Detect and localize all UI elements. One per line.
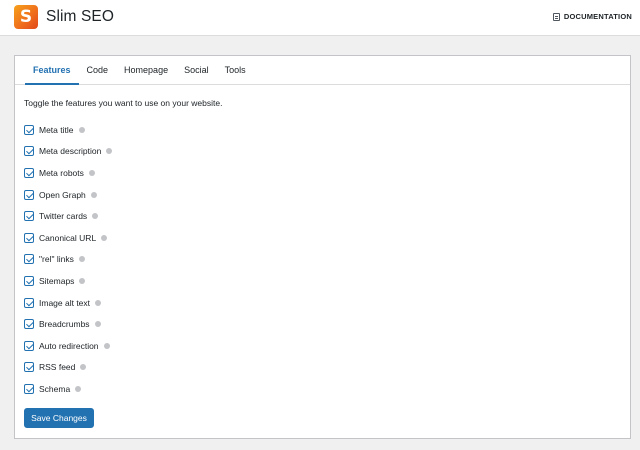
intro-text: Toggle the features you want to use on y…: [24, 98, 223, 108]
checkbox[interactable]: [24, 211, 34, 222]
help-icon[interactable]: [92, 213, 99, 220]
checkbox[interactable]: [24, 254, 34, 265]
feature-list: Meta title Meta description Meta robots …: [24, 119, 113, 400]
checkbox[interactable]: [24, 124, 34, 135]
feature-label[interactable]: Meta robots: [39, 168, 84, 178]
checkbox[interactable]: [24, 146, 34, 157]
feature-schema: Schema: [24, 378, 112, 400]
checkbox[interactable]: [24, 232, 34, 243]
feature-meta-robots: Meta robots: [24, 162, 112, 184]
slim-seo-logo: S: [14, 5, 38, 29]
checkbox[interactable]: [24, 383, 34, 394]
feature-sitemaps: Sitemaps: [24, 270, 112, 292]
feature-label[interactable]: Auto redirection: [39, 341, 99, 351]
feature-label[interactable]: Meta title: [39, 125, 74, 135]
checkbox[interactable]: [24, 167, 34, 178]
feature-twitter-cards: Twitter cards: [24, 205, 112, 227]
feature-canonical-url: Canonical URL: [24, 227, 112, 249]
feature-meta-description: Meta description: [24, 141, 113, 163]
documentation-link[interactable]: DOCUMENTATION: [552, 12, 632, 21]
feature-rss-feed: RSS feed: [24, 357, 112, 379]
tab-homepage[interactable]: Homepage: [116, 56, 176, 84]
help-icon[interactable]: [94, 321, 101, 328]
feature-label[interactable]: Breadcrumbs: [39, 319, 90, 329]
help-icon[interactable]: [78, 256, 85, 263]
feature-label[interactable]: Canonical URL: [39, 233, 96, 243]
tab-features[interactable]: Features: [25, 56, 79, 85]
tab-code[interactable]: Code: [79, 56, 117, 84]
document-icon: [552, 12, 560, 21]
help-icon[interactable]: [101, 234, 108, 241]
feature-meta-title: Meta title: [24, 119, 112, 141]
top-bar: S Slim SEO DOCUMENTATION: [0, 0, 640, 36]
help-icon[interactable]: [103, 342, 110, 349]
help-icon[interactable]: [106, 148, 113, 155]
feature-auto-redirection: Auto redirection: [24, 335, 112, 357]
checkbox[interactable]: [24, 362, 34, 373]
feature-label[interactable]: "rel" links: [39, 254, 74, 264]
feature-label[interactable]: Image alt text: [39, 298, 90, 308]
feature-label[interactable]: RSS feed: [39, 362, 75, 372]
feature-breadcrumbs: Breadcrumbs: [24, 313, 112, 335]
help-icon[interactable]: [78, 126, 85, 133]
feature-label[interactable]: Sitemaps: [39, 276, 74, 286]
app-title: Slim SEO: [46, 8, 114, 25]
tab-bar: Features Code Homepage Social Tools: [15, 56, 630, 85]
feature-label[interactable]: Meta description: [39, 146, 101, 156]
tab-tools[interactable]: Tools: [217, 56, 254, 84]
feature-label[interactable]: Open Graph: [39, 190, 86, 200]
feature-label[interactable]: Twitter cards: [39, 211, 87, 221]
documentation-label: DOCUMENTATION: [563, 12, 632, 21]
feature-image-alt-text: Image alt text: [24, 292, 112, 314]
tab-social[interactable]: Social: [176, 56, 217, 84]
save-changes-button[interactable]: Save Changes: [24, 408, 94, 428]
feature-open-graph: Open Graph: [24, 184, 112, 206]
help-icon[interactable]: [90, 191, 97, 198]
checkbox[interactable]: [24, 319, 34, 330]
feature-rel-links: "rel" links: [24, 249, 112, 271]
checkbox[interactable]: [24, 340, 34, 351]
help-icon[interactable]: [88, 169, 95, 176]
help-icon[interactable]: [95, 299, 102, 306]
help-icon[interactable]: [79, 277, 86, 284]
feature-label[interactable]: Schema: [39, 384, 70, 394]
settings-panel: Features Code Homepage Social Tools Togg…: [14, 55, 631, 439]
checkbox[interactable]: [24, 297, 34, 308]
checkbox[interactable]: [24, 189, 34, 200]
checkbox[interactable]: [24, 275, 34, 286]
help-icon[interactable]: [80, 364, 87, 371]
help-icon[interactable]: [75, 385, 82, 392]
